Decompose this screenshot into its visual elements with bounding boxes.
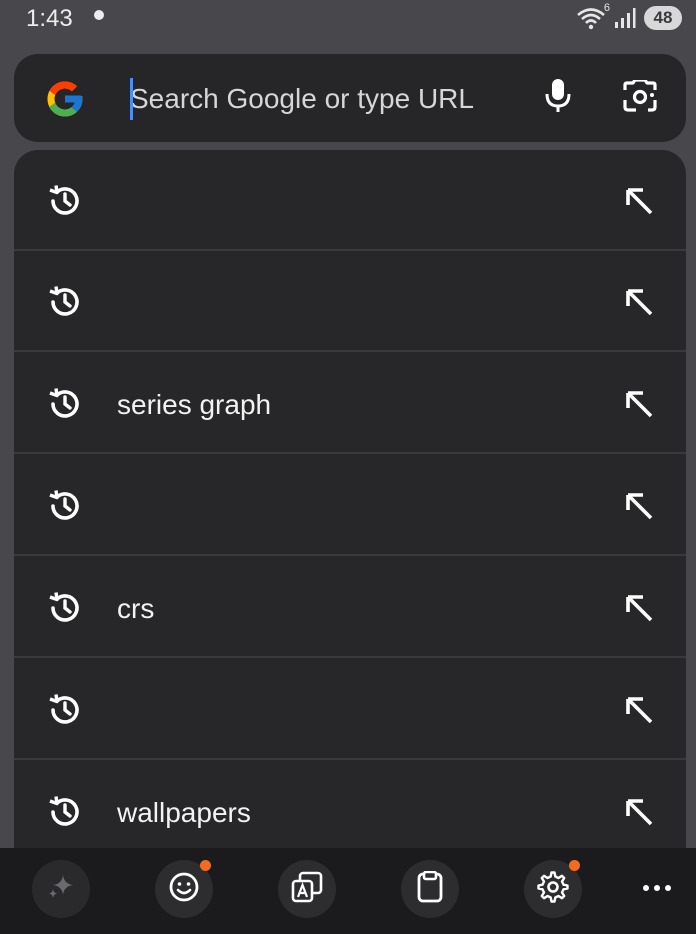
suggestion-text: wallpapers [117,797,251,828]
ai-sparkle-icon [46,872,76,907]
more-icon [642,879,672,897]
screen: 1:43 6 48 Search Google or type URL seri… [0,0,696,934]
emoji-icon [168,871,200,908]
translate-icon [290,870,324,909]
new-badge-icon [569,860,580,871]
suggestion-text: series graph [117,389,272,420]
suggestion-row[interactable] [14,455,686,556]
more-options-button[interactable] [628,868,686,908]
emoji-button[interactable] [155,860,213,918]
camera-lens-icon [622,77,658,117]
signal-icon [614,7,636,29]
suggestion-row[interactable] [14,659,686,760]
suggestion-row[interactable]: crs [14,557,686,658]
clipboard-icon [415,870,445,908]
wifi-label: 6 [603,2,610,14]
translate-button[interactable] [278,860,336,918]
settings-button[interactable] [524,860,582,918]
suggestion-text: crs [117,593,155,624]
status-bar: 1:43 6 48 [0,0,696,40]
settings-gear-icon [537,870,569,908]
suggestion-row[interactable] [14,150,686,251]
text-cursor [130,78,133,120]
suggestion-list: series graph crs wallpapers [14,150,686,848]
status-time: 1:43 [26,5,73,32]
suggestion-row[interactable]: wallpapers [14,761,686,848]
voice-search-button[interactable] [534,74,582,122]
clipboard-button[interactable] [401,860,459,918]
ai-sparkle-button[interactable] [32,860,90,918]
notification-dot-icon [94,10,104,20]
microphone-icon [543,78,573,119]
new-badge-icon [200,860,211,871]
google-lens-button[interactable] [616,74,664,122]
suggestion-row[interactable] [14,251,686,352]
status-icons: 6 48 [576,2,682,30]
suggestion-row[interactable]: series graph [14,353,686,454]
wifi-icon: 6 [576,2,610,30]
battery-indicator: 48 [644,6,682,30]
keyboard-toolbar [0,848,696,934]
search-input[interactable] [118,76,530,122]
omnibox [14,54,686,142]
